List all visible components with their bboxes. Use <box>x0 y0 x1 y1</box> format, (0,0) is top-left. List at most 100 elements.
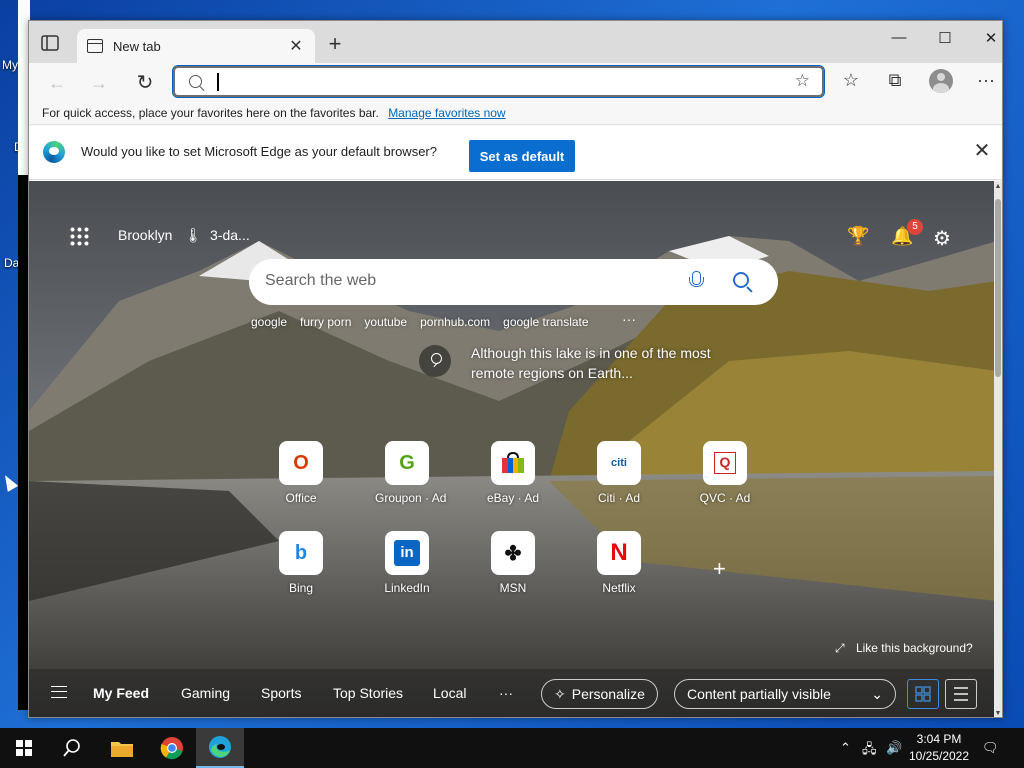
personalize-icon: ✧ <box>554 686 566 702</box>
scroll-up-arrow[interactable]: ▲ <box>994 183 1002 190</box>
rewards-icon[interactable]: 🏆 <box>847 226 869 247</box>
quick-link-linkedin[interactable]: in LinkedIn <box>375 531 439 595</box>
trending-search-item[interactable]: google <box>251 315 287 329</box>
add-site-button[interactable]: + <box>713 556 726 582</box>
profile-avatar[interactable] <box>929 69 953 93</box>
feed-tab-my-feed[interactable]: My Feed <box>93 685 149 701</box>
quick-link-label: MSN <box>499 581 527 595</box>
feed-tab-sports[interactable]: Sports <box>261 685 301 701</box>
tab-bar: New tab ✕ + — ☐ ✕ <box>29 21 1002 63</box>
address-input[interactable] <box>215 72 775 92</box>
infobar-message: Would you like to set Microsoft Edge as … <box>81 144 437 159</box>
system-clock[interactable]: 3:04 PM 10/25/2022 <box>906 731 972 765</box>
edge-window: New tab ✕ + — ☐ ✕ ← → ↻ ☆ ☆ ⧉ ··· For qu… <box>28 20 1003 718</box>
quick-link-bing[interactable]: b Bing <box>269 531 333 595</box>
page-scrollbar[interactable]: ▲ ▼ <box>994 181 1002 717</box>
favorites-bar: For quick access, place your favorites h… <box>29 103 1002 125</box>
personalize-button[interactable]: ✧ Personalize <box>541 679 658 709</box>
chrome-icon <box>160 737 183 760</box>
address-bar[interactable]: ☆ <box>172 65 825 98</box>
grid-layout-button[interactable] <box>907 679 939 709</box>
quick-link-label: Netflix <box>602 581 636 595</box>
more-menu-button[interactable]: ··· <box>974 70 998 91</box>
location-label: Brooklyn <box>118 227 173 243</box>
trending-searches: google furry porn youtube pornhub.com go… <box>251 315 602 329</box>
msn-icon: ✤ <box>491 531 535 575</box>
weather-widget[interactable]: Brooklyn 🌡 3-da... <box>118 227 250 244</box>
network-icon[interactable]: 🖧 <box>862 740 877 762</box>
scrollbar-thumb[interactable] <box>995 199 1001 377</box>
tab-actions-icon[interactable] <box>41 35 59 51</box>
quick-link-ebay[interactable]: eBay · Ad <box>481 441 545 505</box>
quick-link-msn[interactable]: ✤ MSN <box>481 531 545 595</box>
infobar-close-button[interactable]: ✕ <box>970 138 994 163</box>
minimize-button[interactable]: — <box>879 29 919 46</box>
quick-link-label: Citi · Ad <box>597 491 640 505</box>
forward-button[interactable]: → <box>87 71 111 95</box>
hamburger-menu-icon[interactable] <box>51 686 67 698</box>
tab-close-button[interactable]: ✕ <box>287 36 305 56</box>
settings-gear-icon[interactable]: ⚙ <box>933 226 951 251</box>
clock-date: 10/25/2022 <box>908 749 970 763</box>
search-icon <box>63 739 80 757</box>
trending-search-item[interactable]: youtube <box>364 315 407 329</box>
edge-taskbar-button[interactable] <box>196 728 244 768</box>
qvc-icon: Q <box>703 441 747 485</box>
volume-icon[interactable]: 🔊 <box>886 740 902 756</box>
content-visibility-dropdown[interactable]: Content partially visible ⌄ <box>674 679 896 709</box>
bing-icon: b <box>279 531 323 575</box>
feed-more-button[interactable]: ··· <box>499 685 513 701</box>
search-icon <box>189 75 202 88</box>
trending-search-item[interactable]: google translate <box>503 315 588 329</box>
trending-search-item[interactable]: pornhub.com <box>420 315 490 329</box>
feed-tab-local[interactable]: Local <box>433 685 466 701</box>
refresh-button[interactable]: ↻ <box>133 71 157 95</box>
quick-link-groupon[interactable]: G Groupon · Ad <box>375 441 446 505</box>
thermometer-icon: 🌡 <box>184 227 203 243</box>
scroll-down-arrow[interactable]: ▼ <box>994 710 1002 717</box>
add-favorite-icon[interactable]: ☆ <box>795 71 810 91</box>
microphone-icon[interactable] <box>689 271 704 291</box>
quick-link-office[interactable]: O Office <box>269 441 333 505</box>
manage-favorites-link[interactable]: Manage favorites now <box>388 106 505 120</box>
feed-tab-top-stories[interactable]: Top Stories <box>333 685 403 701</box>
desktop-icon-label[interactable]: My <box>2 58 18 72</box>
search-icon[interactable] <box>733 272 749 288</box>
edge-icon <box>209 736 231 758</box>
linkedin-icon: in <box>385 531 429 575</box>
like-background-link[interactable]: ⤢ Like this background? <box>835 641 973 656</box>
quick-link-qvc[interactable]: Q QVC · Ad <box>693 441 757 505</box>
trending-search-item[interactable]: furry porn <box>300 315 351 329</box>
citi-icon: citi <box>597 441 641 485</box>
set-as-default-button[interactable]: Set as default <box>469 140 575 172</box>
notification-center-icon[interactable]: 🗨 <box>982 740 999 756</box>
feed-tab-gaming[interactable]: Gaming <box>181 685 230 701</box>
file-explorer-button[interactable] <box>98 728 146 768</box>
quick-link-citi[interactable]: citi Citi · Ad <box>587 441 651 505</box>
back-button[interactable]: ← <box>45 71 69 95</box>
quick-link-netflix[interactable]: N Netflix <box>587 531 651 595</box>
quick-link-label: QVC · Ad <box>699 491 751 505</box>
image-search-icon <box>419 345 451 377</box>
feed-bar: My Feed Gaming Sports Top Stories Local … <box>29 669 997 717</box>
tab-title: New tab <box>113 38 161 54</box>
apps-grid-icon[interactable] <box>69 226 89 246</box>
list-layout-button[interactable] <box>945 679 977 709</box>
favorites-icon[interactable]: ☆ <box>839 70 863 91</box>
new-tab-page-icon <box>87 39 103 53</box>
tab-new-tab[interactable]: New tab ✕ <box>77 29 315 63</box>
collections-icon[interactable]: ⧉ <box>883 70 907 91</box>
text-caret <box>217 73 219 91</box>
close-window-button[interactable]: ✕ <box>971 29 1002 47</box>
clock-time: 3:04 PM <box>916 732 962 746</box>
windows-logo-icon <box>16 740 32 756</box>
taskbar-search-button[interactable] <box>48 728 96 768</box>
new-tab-button[interactable]: + <box>323 33 347 57</box>
chrome-button[interactable] <box>148 728 196 768</box>
maximize-button[interactable]: ☐ <box>925 29 965 47</box>
show-hidden-icons-button[interactable]: ⌃ <box>840 740 851 756</box>
start-button[interactable] <box>0 728 48 768</box>
more-searches-button[interactable]: ··· <box>622 311 636 327</box>
quick-link-label: Bing <box>288 581 314 595</box>
web-search-box[interactable]: Search the web <box>249 259 778 305</box>
